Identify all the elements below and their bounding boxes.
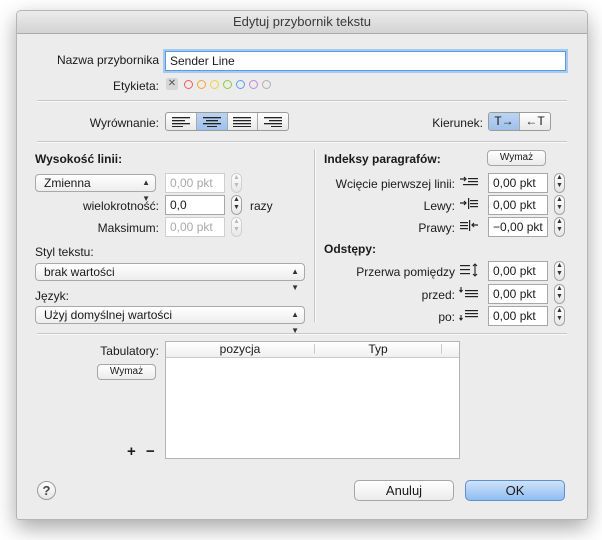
max-field: 0,00 pkt <box>165 217 225 237</box>
align-left-button[interactable] <box>166 113 197 130</box>
divider-top <box>37 100 567 102</box>
direction-rtl-button[interactable]: ←T <box>520 113 550 130</box>
line-spacing-icon <box>460 263 478 277</box>
right-indent-icon <box>460 220 478 231</box>
toolbox-name-field[interactable]: Sender Line <box>165 51 566 71</box>
before-label: przed: <box>421 288 455 302</box>
first-line-indent-stepper[interactable]: ▲ ▼ <box>554 173 565 193</box>
tabs-column-type[interactable]: Typ <box>315 342 441 356</box>
tag-label: Etykieta: <box>112 79 159 93</box>
language-value: Użyj domyślnej wartości <box>44 308 173 322</box>
line-height-stepper: ▲ ▼ <box>231 173 242 193</box>
multiple-stepper[interactable]: ▲ ▼ <box>231 195 242 215</box>
indents-heading: Indeksy paragrafów: <box>324 152 441 166</box>
divider-middle <box>37 141 567 143</box>
multiple-label: wielokrotność: <box>82 199 159 213</box>
tabs-label: Tabulatory: <box>100 344 159 358</box>
multiple-field[interactable]: 0,0 <box>165 195 225 215</box>
direction-segmented-control: T→ ←T <box>488 112 551 131</box>
line-height-mode-value: Zmienna <box>44 176 91 190</box>
first-line-indent-label: Wcięcie pierwszej linii: <box>335 177 455 191</box>
divider-bottom <box>37 333 567 335</box>
align-center-button[interactable] <box>196 113 228 130</box>
before-stepper[interactable]: ▲ ▼ <box>554 284 565 304</box>
right-indent-field[interactable]: −0,00 pkt <box>488 217 548 237</box>
indents-clear-button[interactable]: Wymaż <box>487 150 546 166</box>
direction-label: Kierunek: <box>432 116 483 130</box>
text-style-label: Styl tekstu: <box>35 245 94 259</box>
before-field[interactable]: 0,00 pkt <box>488 284 548 304</box>
spacing-heading: Odstępy: <box>324 242 377 256</box>
language-popup[interactable]: Użyj domyślnej wartości ▲ ▼ <box>35 306 305 335</box>
left-indent-stepper[interactable]: ▲ ▼ <box>554 195 565 215</box>
tag-color-dot[interactable] <box>262 80 271 89</box>
align-right-icon <box>264 116 283 127</box>
text-style-popup[interactable]: brak wartości ▲ ▼ <box>35 263 305 292</box>
tag-color-dot[interactable] <box>197 80 206 89</box>
language-label: Język: <box>35 289 70 303</box>
toolbox-name-label: Nazwa przybornika <box>56 53 159 67</box>
align-right-button[interactable] <box>258 113 288 130</box>
left-indent-field[interactable]: 0,00 pkt <box>488 195 548 215</box>
after-stepper[interactable]: ▲ ▼ <box>554 306 565 326</box>
column-divider <box>441 344 442 354</box>
tag-color-dot[interactable] <box>223 80 232 89</box>
first-line-indent-field[interactable]: 0,00 pkt <box>488 173 548 193</box>
space-after-icon <box>459 310 478 321</box>
tag-color-dot[interactable] <box>236 80 245 89</box>
between-label: Przerwa pomiędzy <box>356 265 455 279</box>
between-field[interactable]: 0,00 pkt <box>488 261 548 281</box>
window-title: Edytuj przybornik tekstu <box>17 11 587 34</box>
first-line-indent-icon <box>460 176 478 186</box>
cancel-button[interactable]: Anuluj <box>354 480 454 501</box>
line-height-heading: Wysokość linii: <box>35 152 123 166</box>
space-before-icon <box>459 287 478 298</box>
tabs-table[interactable]: pozycja Typ <box>165 341 460 459</box>
line-height-mode-popup[interactable]: Zmienna ▲ ▼ <box>35 174 156 203</box>
popup-arrows-icon: ▲ ▼ <box>291 267 299 292</box>
vertical-divider <box>314 149 316 322</box>
remove-tab-button[interactable]: − <box>146 443 155 460</box>
max-stepper: ▲ ▼ <box>231 217 242 237</box>
multiple-unit-label: razy <box>250 199 273 213</box>
right-indent-stepper[interactable]: ▲ ▼ <box>554 217 565 237</box>
tag-color-dot[interactable] <box>184 80 193 89</box>
tabs-table-header: pozycja Typ <box>166 342 459 358</box>
direction-ltr-button[interactable]: T→ <box>489 113 520 130</box>
tag-color-dot[interactable] <box>249 80 258 89</box>
help-button[interactable]: ? <box>37 481 56 500</box>
alignment-segmented-control <box>165 112 289 131</box>
tabs-clear-button[interactable]: Wymaż <box>97 364 156 380</box>
after-label: po: <box>438 310 455 324</box>
align-justify-button[interactable] <box>228 113 259 130</box>
alignment-label: Wyrównanie: <box>89 116 159 130</box>
between-stepper[interactable]: ▲ ▼ <box>554 261 565 281</box>
after-field[interactable]: 0,00 pkt <box>488 306 548 326</box>
dialog-window: Edytuj przybornik tekstu Nazwa przyborni… <box>16 10 588 520</box>
line-height-value-field: 0,00 pkt <box>165 173 225 193</box>
max-label: Maksimum: <box>97 221 159 235</box>
align-justify-icon <box>233 116 252 127</box>
left-indent-icon <box>460 198 478 209</box>
tag-color-dot[interactable] <box>210 80 219 89</box>
align-left-icon <box>171 116 190 127</box>
add-tab-button[interactable]: + <box>127 443 136 460</box>
right-indent-label: Prawy: <box>418 221 455 235</box>
tabs-column-position[interactable]: pozycja <box>166 342 314 356</box>
no-tag-icon[interactable]: ✕ <box>166 78 178 90</box>
align-center-icon <box>202 116 221 127</box>
text-style-value: brak wartości <box>44 265 115 279</box>
left-indent-label: Lewy: <box>423 199 455 213</box>
ok-button[interactable]: OK <box>465 480 565 501</box>
